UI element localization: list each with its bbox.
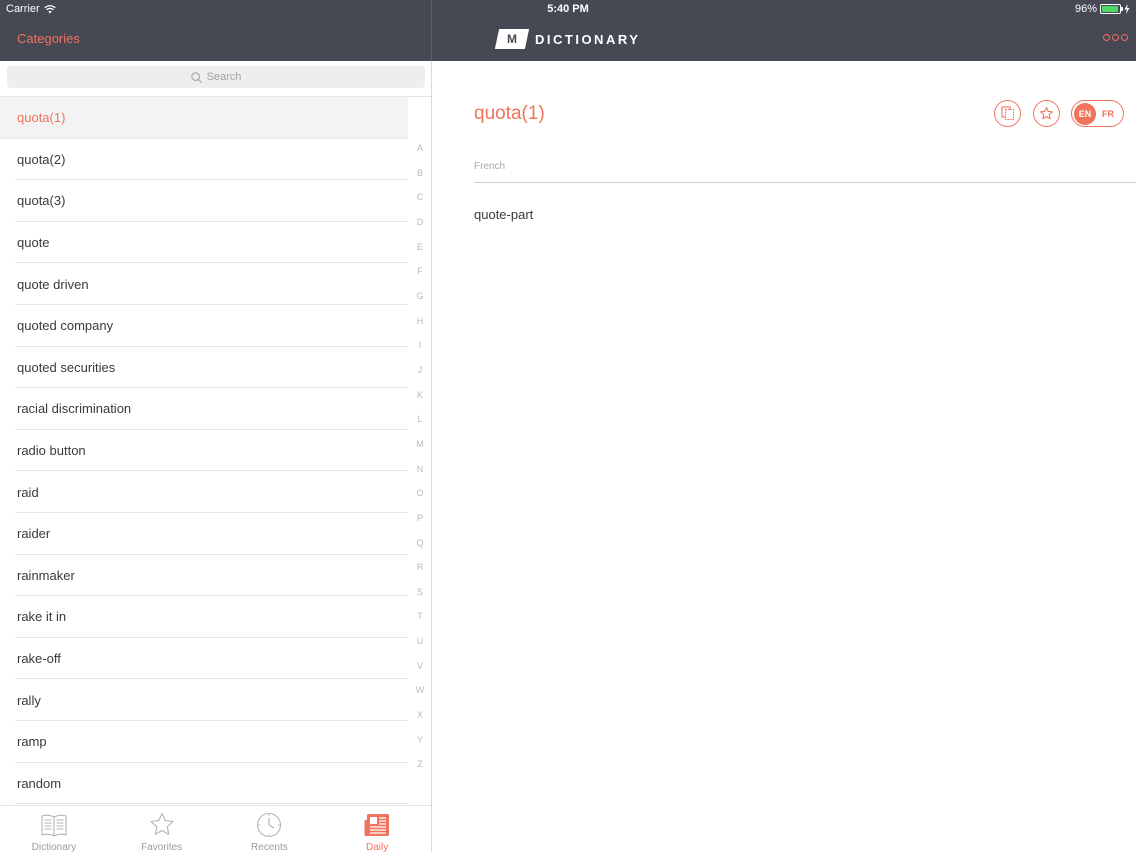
word-list-item[interactable]: rake-off <box>0 638 408 680</box>
word-list-item[interactable]: racial discrimination <box>0 388 408 430</box>
clock-icon <box>254 812 284 842</box>
index-letter[interactable]: R <box>410 561 430 586</box>
top-bar: Carrier 5:40 PM 96% Categories M DICTION… <box>0 0 1136 61</box>
battery-percent: 96% <box>1074 3 1097 15</box>
index-letter[interactable]: Q <box>410 537 430 562</box>
index-letter[interactable]: F <box>410 265 430 290</box>
index-letter[interactable]: C <box>410 191 430 216</box>
word-list-item[interactable]: radio button <box>0 430 408 472</box>
index-letter[interactable]: W <box>410 684 430 709</box>
tab-label: Recents <box>251 842 288 852</box>
word-list-item[interactable]: quota(2) <box>0 139 408 181</box>
alphabet-index[interactable]: ABCDEFGHIJKLMNOPQRSTUVWXYZ <box>410 142 430 783</box>
tab-dictionary[interactable]: Dictionary <box>0 806 108 852</box>
word-list-item[interactable]: quote driven <box>0 263 408 305</box>
logo-mark: M <box>494 29 530 49</box>
index-letter[interactable]: S <box>410 586 430 611</box>
index-letter[interactable]: G <box>410 290 430 315</box>
index-letter[interactable]: I <box>410 339 430 364</box>
header-divider <box>431 0 432 61</box>
entry-title: quota(1) <box>474 103 545 124</box>
favorite-button[interactable] <box>1033 100 1060 127</box>
index-letter[interactable]: N <box>410 463 430 488</box>
tab-recents[interactable]: Recents <box>216 806 324 852</box>
entry-actions: EN FR <box>994 100 1124 127</box>
index-letter[interactable]: Y <box>410 734 430 759</box>
star-icon <box>147 812 177 842</box>
index-letter[interactable]: M <box>410 438 430 463</box>
categories-button[interactable]: Categories <box>17 31 80 46</box>
index-letter[interactable]: B <box>410 167 430 192</box>
tab-label: Daily <box>366 842 389 852</box>
lang-fr-option[interactable]: FR <box>1102 109 1114 119</box>
translation-text: quote-part <box>474 207 534 222</box>
word-list-item[interactable]: rainmaker <box>0 555 408 597</box>
tab-daily[interactable]: Daily <box>323 806 431 852</box>
word-list-item[interactable]: raider <box>0 513 408 555</box>
index-letter[interactable]: D <box>410 216 430 241</box>
index-letter[interactable]: U <box>410 635 430 660</box>
copy-button[interactable] <box>994 100 1021 127</box>
word-list-item[interactable]: quoted securities <box>0 347 408 389</box>
book-icon <box>39 812 69 842</box>
lang-en-option[interactable]: EN <box>1074 102 1096 125</box>
tab-label: Favorites <box>141 842 183 852</box>
logo-wordmark: DICTIONARY <box>535 31 641 47</box>
index-letter[interactable]: V <box>410 660 430 685</box>
word-list-item[interactable]: quote <box>0 222 408 264</box>
status-bar: Carrier 5:40 PM 96% <box>0 0 1136 18</box>
logo-letter: M <box>507 32 517 46</box>
search-icon <box>190 71 202 83</box>
tab-favorites[interactable]: Favorites <box>108 806 216 852</box>
section-divider <box>474 182 1136 183</box>
star-icon <box>1040 107 1053 120</box>
search-placeholder: Search <box>206 71 242 83</box>
index-letter[interactable]: X <box>410 709 430 734</box>
index-letter[interactable]: K <box>410 389 430 414</box>
index-letter[interactable]: O <box>410 487 430 512</box>
word-list-item[interactable]: rally <box>0 679 408 721</box>
word-list: quota(1) quota(2) quota(3) quote quote drive… <box>0 97 408 804</box>
more-icon[interactable] <box>1103 34 1128 41</box>
app-logo: M DICTIONARY <box>494 29 641 49</box>
tab-label: Dictionary <box>31 842 77 852</box>
language-toggle[interactable]: EN FR <box>1071 100 1124 127</box>
word-list-item[interactable]: quota(3) <box>0 180 408 222</box>
newspaper-icon <box>362 812 392 842</box>
index-letter[interactable]: J <box>410 364 430 389</box>
battery-icon <box>1100 4 1123 14</box>
copy-icon <box>1000 106 1014 121</box>
index-letter[interactable]: T <box>410 610 430 635</box>
status-time: 5:40 PM <box>547 3 589 15</box>
index-letter[interactable]: A <box>410 142 430 167</box>
panel-divider <box>431 61 432 852</box>
translation-section-label: French <box>474 161 506 172</box>
index-letter[interactable]: L <box>410 413 430 438</box>
tab-bar: Dictionary Favorites Recents Daily <box>0 805 431 852</box>
index-letter[interactable]: H <box>410 315 430 340</box>
search-input[interactable]: Search <box>7 66 425 88</box>
index-letter[interactable]: E <box>410 241 430 266</box>
bolt-icon <box>1124 4 1130 14</box>
battery-fill <box>1102 6 1119 12</box>
word-list-item[interactable]: quota(1) <box>0 97 408 139</box>
word-list-item[interactable]: quoted company <box>0 305 408 347</box>
word-list-item[interactable]: raid <box>0 471 408 513</box>
word-list-item[interactable]: rake it in <box>0 596 408 638</box>
word-list-item[interactable]: ramp <box>0 721 408 763</box>
battery-status: 96% <box>1075 3 1130 15</box>
index-letter[interactable]: P <box>410 512 430 537</box>
word-list-item[interactable]: random <box>0 763 408 805</box>
index-letter[interactable]: Z <box>410 758 430 783</box>
